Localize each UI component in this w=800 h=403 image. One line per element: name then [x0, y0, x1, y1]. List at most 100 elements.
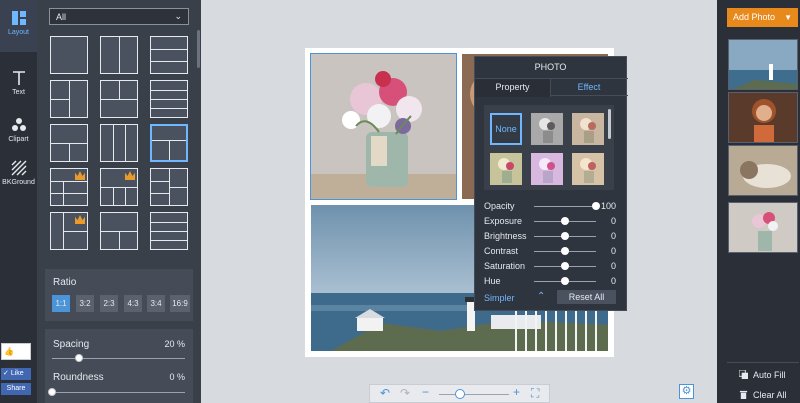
ratio-option-3-2[interactable]: 3:2 [76, 295, 94, 312]
auto-fill-label: Auto Fill [753, 370, 786, 380]
reset-all-button[interactable]: Reset All [557, 290, 616, 304]
rail-item-label: Layout [7, 29, 30, 36]
library-thumb-flowers[interactable] [728, 202, 798, 253]
spacing-label: Spacing [53, 339, 90, 350]
layout-tile[interactable] [50, 36, 88, 74]
layout-tile[interactable] [50, 80, 88, 118]
brightness-label: Brightness [484, 231, 527, 241]
premium-crown-icon [125, 171, 135, 180]
auto-fill-button[interactable]: Auto Fill [739, 370, 786, 380]
saturation-slider-knob[interactable] [561, 262, 569, 270]
layout-tile[interactable] [50, 212, 88, 250]
filter-none[interactable]: None [490, 113, 522, 145]
clipart-icon [11, 118, 26, 131]
contrast-slider-knob[interactable] [561, 247, 569, 255]
add-photo-label: Add Photo [733, 12, 776, 22]
like-count-badge: 👍 20K [1, 343, 31, 371]
add-photo-button[interactable]: Add Photo ▼ [727, 8, 798, 27]
spacing-slider-knob[interactable] [74, 354, 83, 362]
opacity-value: 100 [600, 201, 616, 211]
facebook-like-button[interactable]: ✓ Like [1, 368, 31, 380]
brightness-value: 0 [610, 231, 616, 241]
saturation-label: Saturation [484, 261, 526, 271]
background-icon [11, 160, 26, 176]
library-thumb-lighthouse[interactable] [728, 39, 798, 90]
contrast-value: 0 [610, 246, 616, 256]
filter-scrollbar[interactable] [608, 109, 611, 139]
filter-preview-image [490, 153, 522, 185]
filter-thumb-grayscale[interactable] [531, 113, 563, 145]
ratio-option-2-3[interactable]: 2:3 [100, 295, 118, 312]
exposure-label: Exposure [484, 216, 523, 226]
settings-gear-button[interactable]: ⚙ [679, 384, 694, 399]
thumb-image [729, 203, 797, 252]
layout-tile[interactable] [100, 212, 138, 250]
layout-tile[interactable] [150, 36, 188, 74]
chevron-up-icon[interactable]: ⌃ [537, 291, 545, 302]
auto-fill-icon [739, 370, 748, 379]
layout-tile[interactable] [150, 168, 188, 206]
filter-preview-image [572, 153, 604, 185]
layout-tile[interactable] [50, 124, 88, 162]
ratio-card: Ratio 1:1 3:2 2:3 4:3 3:4 16:9 [45, 269, 193, 321]
zoom-in-icon[interactable]: + [513, 385, 520, 399]
roundness-label: Roundness [53, 372, 104, 383]
filter-thumb-sepia[interactable] [572, 113, 604, 145]
filter-thumb-warm[interactable] [490, 153, 522, 185]
layout-tile[interactable] [150, 80, 188, 118]
fullscreen-icon[interactable]: ⛶ [531, 386, 539, 401]
ratio-option-16-9[interactable]: 16:9 [170, 295, 190, 312]
zoom-slider-knob[interactable] [455, 389, 465, 399]
layout-filter-value: All [56, 12, 67, 22]
photo-library-panel: Add Photo ▼ Auto Fill Clear All [717, 0, 800, 403]
roundness-value: 0 % [169, 372, 185, 382]
clear-all-button[interactable]: Clear All [739, 390, 787, 400]
redo-icon[interactable]: ↷ [400, 386, 410, 400]
tab-property[interactable]: Property [475, 79, 551, 97]
text-icon [12, 71, 25, 85]
ratio-option-1-1[interactable]: 1:1 [52, 295, 70, 312]
ratio-title: Ratio [53, 277, 77, 288]
ratio-option-3-4[interactable]: 3:4 [147, 295, 165, 312]
tab-effect[interactable]: Effect [551, 79, 627, 97]
layout-tile[interactable] [100, 168, 138, 206]
opacity-slider-track[interactable] [534, 206, 596, 207]
ratio-option-4-3[interactable]: 4:3 [124, 295, 142, 312]
layout-tile[interactable] [100, 80, 138, 118]
facebook-share-button[interactable]: Share [1, 383, 31, 395]
rail-item-bkground[interactable]: BKGround [0, 150, 37, 202]
layout-tile-selected[interactable] [150, 124, 188, 162]
chevron-down-icon: ⌄ [174, 11, 182, 21]
opacity-label: Opacity [484, 201, 515, 211]
spacing-card: Spacing 20 % Roundness 0 % [45, 329, 193, 403]
thumb-image [729, 93, 797, 142]
spacing-slider-track[interactable] [52, 358, 185, 359]
zoom-out-icon[interactable]: − [422, 385, 429, 399]
library-thumb-cat[interactable] [728, 145, 798, 196]
roundness-slider-track[interactable] [52, 392, 185, 393]
zoom-slider-track[interactable] [439, 394, 509, 395]
exposure-slider-knob[interactable] [561, 217, 569, 225]
layout-icon [11, 11, 26, 25]
brightness-slider-knob[interactable] [561, 232, 569, 240]
popup-title: PHOTO [534, 62, 567, 72]
collage-photo-flowers[interactable] [310, 53, 457, 200]
check-icon: ✓ [3, 370, 9, 377]
layout-tile[interactable] [50, 168, 88, 206]
photo-effect-popup: PHOTO Property Effect None Opacity 100 E… [474, 56, 628, 311]
roundness-slider-knob[interactable] [48, 388, 56, 396]
layout-filter-select[interactable]: All ⌄ [49, 8, 189, 25]
layout-scrollbar[interactable] [197, 30, 200, 68]
hue-slider-knob[interactable] [561, 277, 569, 285]
rail-item-layout[interactable]: Layout [0, 0, 37, 52]
filter-thumb-vintage[interactable] [572, 153, 604, 185]
undo-icon[interactable]: ↶ [380, 386, 390, 400]
rail-item-text[interactable]: Text [0, 60, 37, 112]
filter-preview-image [572, 113, 604, 145]
simpler-link[interactable]: Simpler [484, 293, 515, 303]
filter-thumb-violet[interactable] [531, 153, 563, 185]
library-thumb-woman[interactable] [728, 92, 798, 143]
layout-tile[interactable] [150, 212, 188, 250]
layout-tile[interactable] [100, 124, 138, 162]
layout-tile[interactable] [100, 36, 138, 74]
